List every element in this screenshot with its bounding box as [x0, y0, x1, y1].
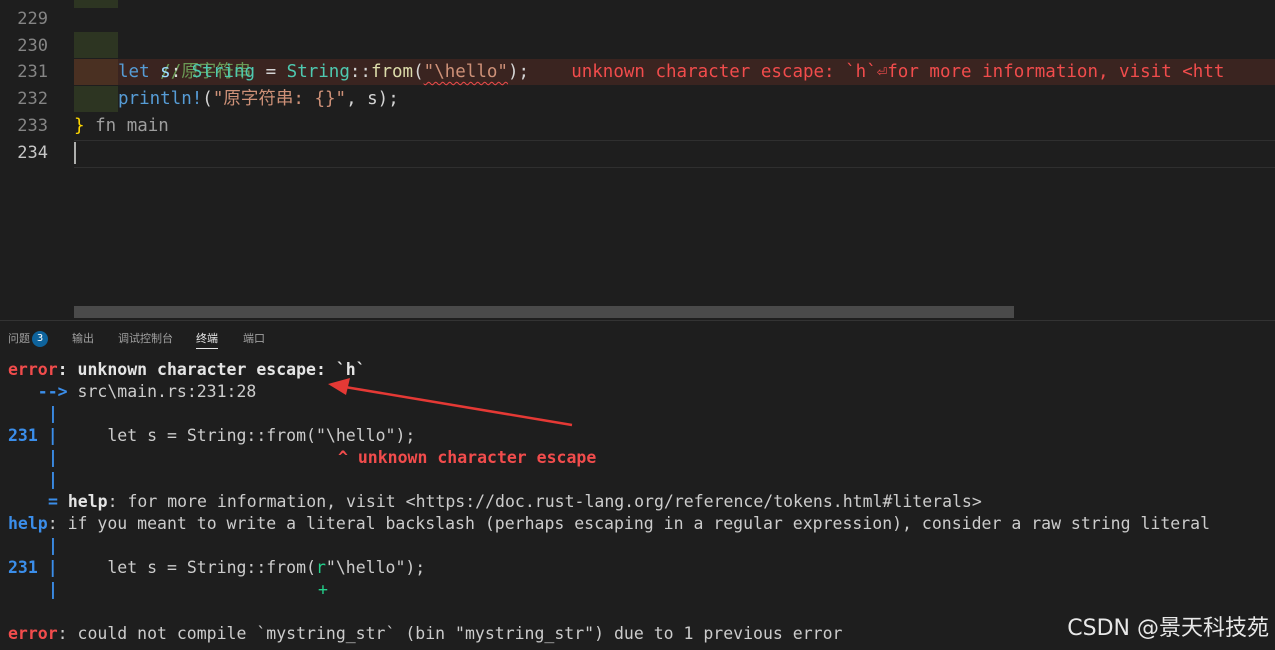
- annotation-arrow-icon: [328, 378, 573, 427]
